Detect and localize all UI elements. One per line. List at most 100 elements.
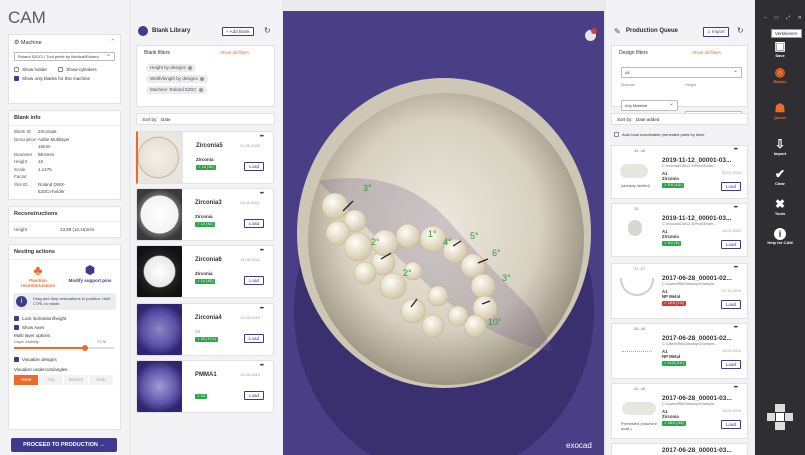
load-button[interactable]: Load bbox=[720, 182, 741, 191]
broom-icon: ✔ bbox=[774, 167, 786, 181]
lock-checkbox[interactable] bbox=[14, 316, 19, 322]
3d-viewport[interactable]: 3° 2° 1° 4° 5° 6° 3° 10° 2° exocad bbox=[283, 11, 604, 455]
load-button[interactable]: Load bbox=[243, 162, 264, 171]
queue-button[interactable]: ☗ Queue bbox=[755, 101, 805, 121]
modify-support-pins-button[interactable]: ⬢ Modify support pins bbox=[67, 263, 113, 283]
blank-name: Zirconia4 bbox=[195, 315, 222, 321]
more-icon[interactable]: ••• bbox=[260, 248, 264, 254]
load-button[interactable]: Load bbox=[243, 219, 264, 228]
blank-material: Zirconia bbox=[195, 214, 213, 219]
blank-thumbnail bbox=[137, 304, 182, 355]
more-icon[interactable]: ••• bbox=[260, 306, 264, 312]
show-all-filters-link[interactable]: Show all filters bbox=[692, 50, 721, 55]
blanks-button[interactable]: ◉ Blanks bbox=[755, 66, 805, 85]
queue-item[interactable]: 44..46 ••• 2017-06-28_00001-03... C:\User… bbox=[611, 383, 748, 439]
info-row: Diameter 98.5mm bbox=[14, 151, 55, 157]
blank-card-pmma1[interactable]: ••• PMMA1 10.05.2019 ✓ 16 Load bbox=[136, 360, 274, 413]
show-axes-checkbox[interactable] bbox=[14, 325, 19, 331]
queue-item[interactable]: 26 ••• 2019-11-12_00001-03... C:\exocad\D… bbox=[611, 203, 748, 257]
filter-chip[interactable]: Width/length by designs bbox=[146, 74, 208, 83]
notification-icon[interactable] bbox=[585, 28, 597, 41]
blank-library-title: Blank Library bbox=[152, 28, 191, 34]
nesting-status: Prenested (machine avail.) bbox=[621, 421, 657, 431]
clear-button[interactable]: ✔ Clear bbox=[755, 167, 805, 187]
blank-thumbnail bbox=[137, 189, 182, 240]
sort-bar[interactable]: Sort by: Date added bbox=[611, 113, 748, 125]
proceed-label: PROCEED TO PRODUCTION bbox=[23, 442, 98, 448]
sort-label: Sort by: bbox=[142, 117, 158, 122]
undercut-tab-bottom[interactable]: Bottom bbox=[64, 375, 88, 385]
save-button[interactable]: ▣ Save bbox=[755, 40, 805, 59]
sort-bar[interactable]: Sort by: Date bbox=[136, 113, 275, 125]
production-queue-panel: ✎ Production Queue ⇩ Import ↻ Design fil… bbox=[606, 0, 754, 455]
view-cube-icon[interactable] bbox=[767, 404, 793, 430]
queue-item[interactable]: 36..46 ••• 2017-06-28_00001-02... C:\User… bbox=[611, 323, 748, 379]
layer-value: 71 % bbox=[97, 339, 107, 344]
show-only-blanks-checkbox[interactable] bbox=[14, 76, 19, 82]
window-controls[interactable]: – ▭ ⤢ ✕ bbox=[764, 15, 805, 21]
layer-slider[interactable] bbox=[14, 345, 114, 351]
queue-item[interactable]: 2017-06-28_00001-03... bbox=[611, 443, 748, 455]
more-icon[interactable]: ••• bbox=[260, 363, 264, 369]
blank-name: Zirconia5 bbox=[196, 143, 223, 149]
filter-chip[interactable]: Height by designs bbox=[146, 63, 196, 72]
tooltip: Verkleinern bbox=[771, 29, 802, 38]
production-queue-title: Production Queue bbox=[626, 28, 679, 34]
blank-card-zirconia4[interactable]: ••• Zirconia4 10.05.2019 A1 ✓ 20 | 17.0 … bbox=[136, 303, 274, 356]
undercut-tab-none[interactable]: None bbox=[14, 375, 38, 385]
undercuts-label: Visualize undercuts/angles bbox=[14, 367, 68, 372]
design-file: C:\exocad\DM12.4\Prod\Exam... bbox=[662, 222, 717, 226]
proceed-to-production-button[interactable]: PROCEED TO PRODUCTION → bbox=[11, 438, 117, 452]
import-button[interactable]: ⇩ Import bbox=[703, 27, 729, 37]
layer-slider-handle[interactable] bbox=[82, 345, 88, 351]
multi-layer-label: Multi layer options bbox=[14, 333, 51, 338]
more-icon[interactable]: ••• bbox=[260, 191, 264, 197]
blank-card-zirconia6[interactable]: ••• Zirconia6 11.08.2021 Zirconia ✓ 14 |… bbox=[136, 245, 274, 298]
blank-3d-model[interactable] bbox=[283, 11, 604, 455]
queue-icon: ☗ bbox=[774, 101, 786, 115]
machine-select[interactable]: Roland 52DCI / Tool prefix by Medical/Ro… bbox=[14, 51, 115, 61]
load-button[interactable]: Load bbox=[720, 240, 741, 249]
more-icon: ••• bbox=[733, 385, 738, 391]
add-blank-button[interactable]: + Add blank bbox=[222, 27, 254, 36]
nesting-header: Nesting actions bbox=[9, 245, 120, 260]
design-file: C:\Users\Rik\Desktop\Example... bbox=[662, 282, 718, 286]
tools-button[interactable]: ✖ Tools bbox=[755, 198, 805, 217]
show-all-filters-link[interactable]: Show all filters bbox=[220, 50, 249, 55]
show-holder-checkbox[interactable] bbox=[14, 67, 19, 73]
show-only-blanks-label: Show only blanks for this machine bbox=[22, 76, 91, 82]
design-select[interactable]: All bbox=[621, 66, 742, 78]
show-cylinders-checkbox[interactable] bbox=[58, 67, 64, 73]
queue-icon: ✎ bbox=[614, 27, 621, 36]
blank-date: 11.08.2021 bbox=[240, 257, 260, 262]
undercut-tab-both[interactable]: Both bbox=[89, 375, 113, 385]
load-button[interactable]: Load bbox=[243, 276, 264, 285]
material-select[interactable]: Any Material bbox=[621, 99, 678, 111]
load-button[interactable]: Load bbox=[243, 391, 264, 400]
blank-card-zirconia5[interactable]: ••• Zirconia5 21.06.2022 Zirconia ✓ 14 |… bbox=[136, 131, 274, 184]
queue-item[interactable]: 17..27 ••• 2017-06-28_00001-02... C:\User… bbox=[611, 263, 748, 319]
refresh-icon[interactable]: ↻ bbox=[264, 26, 271, 35]
teeth-icon: ♣ bbox=[33, 262, 43, 278]
position-reconstructions-button[interactable]: ♣ Position reconstructions bbox=[15, 262, 61, 289]
arrow-right-icon: → bbox=[99, 442, 105, 448]
load-button[interactable]: Load bbox=[720, 300, 741, 309]
undercut-tab-top[interactable]: Top bbox=[39, 375, 63, 385]
filter-chip[interactable]: Machine: Roland 52DC bbox=[146, 85, 207, 94]
visualize-designs-checkbox[interactable] bbox=[14, 357, 19, 363]
refresh-icon[interactable]: ↻ bbox=[737, 26, 744, 35]
collapse-icon[interactable]: ⌃ bbox=[110, 39, 115, 45]
more-icon[interactable]: ••• bbox=[260, 134, 264, 140]
show-cylinders-label: Show cylinders bbox=[66, 67, 97, 73]
help-button[interactable]: i Help for CAM bbox=[755, 228, 805, 245]
blank-name: PMMA1 bbox=[195, 372, 217, 378]
blank-thumbnail bbox=[138, 132, 183, 183]
blank-card-zirconia3[interactable]: ••• Zirconia3 04.11.2021 Zirconia ✓ 14 |… bbox=[136, 188, 274, 241]
auto-load-checkbox[interactable] bbox=[614, 132, 619, 138]
load-button[interactable]: Load bbox=[243, 334, 264, 343]
import-button[interactable]: ⇩ Import bbox=[755, 138, 805, 157]
load-button[interactable]: Load bbox=[720, 360, 741, 369]
load-button[interactable]: Load bbox=[720, 420, 741, 429]
queue-item[interactable]: 44..46 ••• 2019-11-12_00001-03... C:\exoc… bbox=[611, 145, 748, 199]
reconstructions-header: Reconstructions bbox=[9, 207, 120, 222]
